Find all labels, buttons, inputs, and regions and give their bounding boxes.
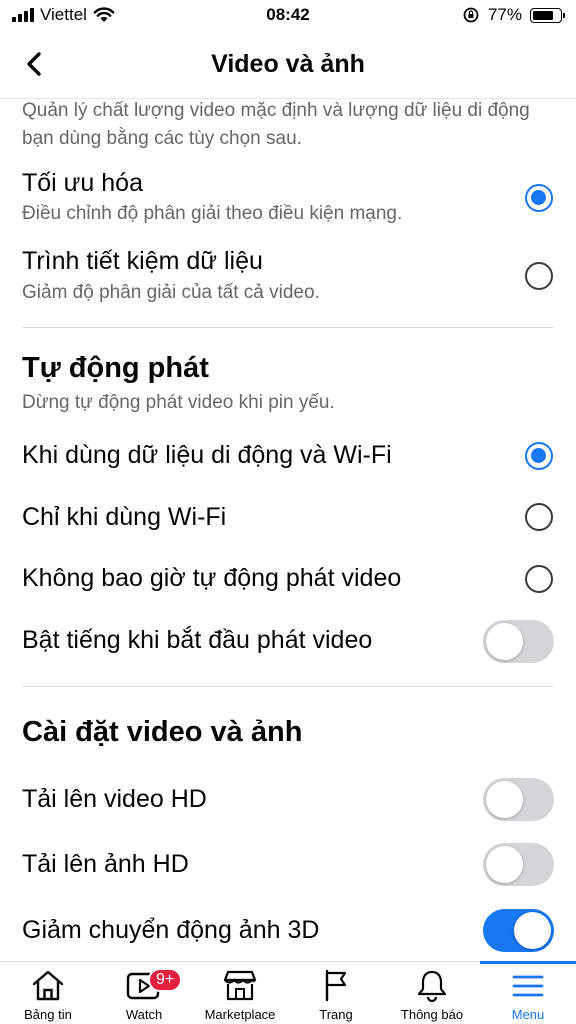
menu-icon [512, 975, 544, 997]
tab-watch[interactable]: 9+ Watch [96, 962, 192, 1024]
tab-notifications[interactable]: Thông báo [384, 962, 480, 1024]
tab-label: Thông báo [400, 1007, 464, 1022]
upload-hd-video-toggle[interactable] [483, 778, 554, 821]
tab-label: Trang [319, 1007, 353, 1022]
status-right: 77% [462, 5, 565, 25]
autoplay-desc: Dừng tự động phát video khi pin yếu. [22, 392, 335, 413]
option-title: Tối ưu hóa [22, 169, 143, 197]
tab-label: Bảng tin [24, 1007, 72, 1022]
radio-never[interactable] [525, 565, 553, 593]
tab-label: Menu [511, 1007, 545, 1022]
tab-news-feed[interactable]: Bảng tin [0, 962, 96, 1024]
toggle-knob [514, 912, 551, 949]
option-title: Chỉ khi dùng Wi-Fi [22, 503, 227, 531]
option-title: Tải lên ảnh HD [22, 850, 189, 878]
tab-menu[interactable]: Menu [480, 961, 576, 1024]
option-title: Trình tiết kiệm dữ liệu [22, 247, 263, 275]
status-bar: Viettel 08:42 77% [0, 0, 576, 30]
quality-intro: Quản lý chất lượng video mặc định và lượ… [22, 100, 530, 149]
flag-icon [325, 969, 347, 1002]
page-title: Video và ảnh [211, 50, 365, 78]
toggle-knob [486, 623, 523, 660]
radio-optimize[interactable] [525, 184, 553, 212]
reduce-3d-motion-toggle[interactable] [483, 909, 554, 952]
marketplace-icon [223, 970, 257, 1001]
upload-hd-photo-toggle[interactable] [483, 843, 554, 886]
tab-marketplace[interactable]: Marketplace [192, 962, 288, 1024]
radio-data-saver[interactable] [525, 262, 553, 290]
tab-label: Marketplace [204, 1007, 276, 1022]
header: Video và ảnh [0, 32, 576, 96]
option-title: Bật tiếng khi bắt đầu phát video [22, 626, 373, 654]
toggle-knob [486, 781, 523, 818]
radio-wifi-only[interactable] [525, 503, 553, 531]
option-title: Tải lên video HD [22, 785, 207, 813]
option-title: Giảm chuyển động ảnh 3D [22, 916, 320, 944]
media-settings-title: Cài đặt video và ảnh [22, 716, 303, 748]
autoplay-title: Tự động phát [22, 352, 209, 384]
battery-level [533, 10, 554, 20]
option-title: Không bao giờ tự động phát video [22, 564, 402, 592]
home-icon [32, 970, 64, 1001]
option-desc: Giảm độ phân giải của tất cả video. [22, 282, 320, 303]
toggle-knob [486, 846, 523, 883]
option-title: Khi dùng dữ liệu di động và Wi-Fi [22, 441, 392, 469]
section-divider [22, 327, 554, 328]
tab-pages[interactable]: Trang [288, 962, 384, 1024]
tab-label: Watch [125, 1007, 163, 1022]
battery-percent: 77% [487, 5, 522, 24]
sound-on-start-toggle[interactable] [483, 620, 554, 663]
bell-icon [417, 970, 447, 1002]
radio-mobile-wifi[interactable] [525, 442, 553, 470]
tab-bar: Bảng tin 9+ Watch Marketplace Trang Thôn… [0, 961, 576, 1024]
watch-badge: 9+ [148, 968, 183, 992]
option-desc: Điều chỉnh độ phân giải theo điều kiện m… [22, 203, 403, 224]
active-tab-indicator [480, 961, 576, 964]
section-divider [22, 686, 554, 687]
battery-icon [530, 7, 565, 23]
orientation-lock-icon [463, 7, 479, 23]
settings-content[interactable]: Quản lý chất lượng video mặc định và lượ… [0, 99, 576, 961]
